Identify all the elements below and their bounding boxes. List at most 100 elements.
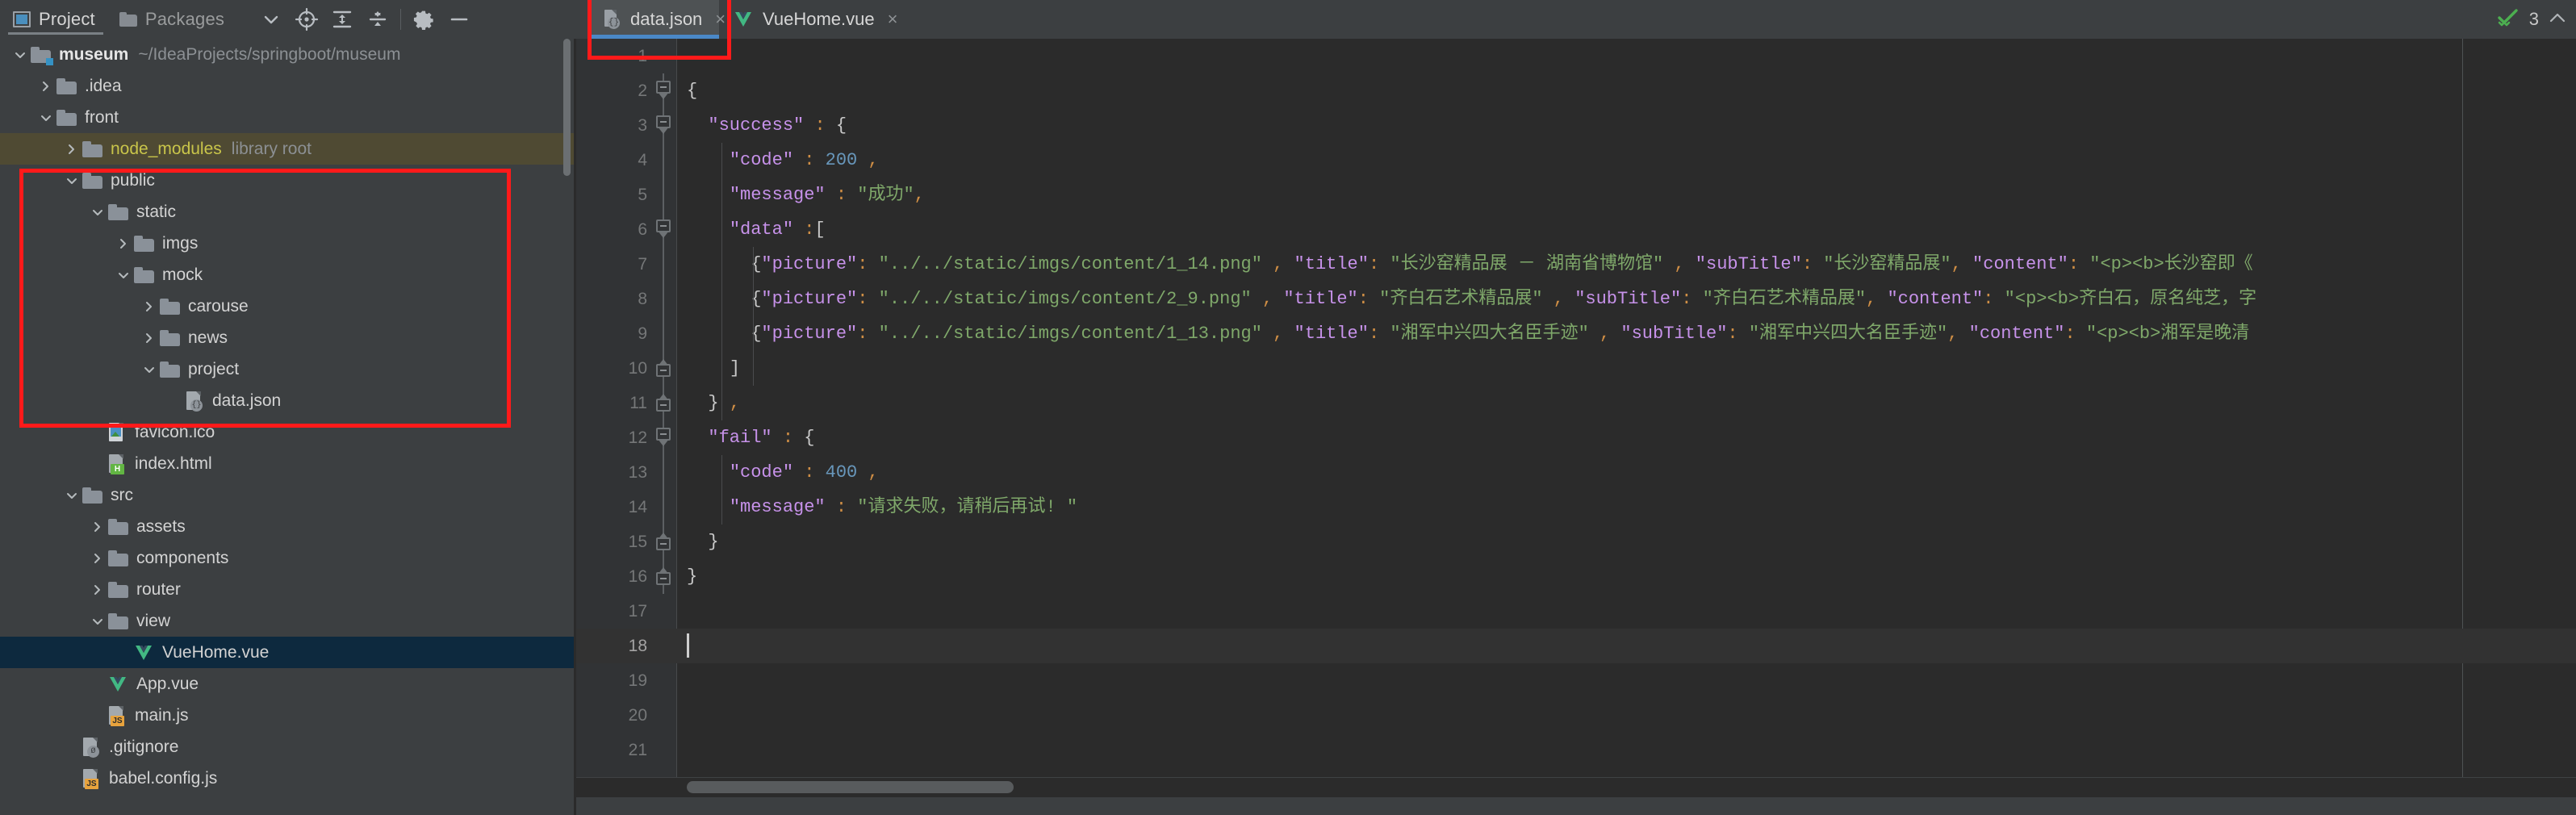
chevron-down-icon[interactable] (10, 39, 31, 70)
fold-gutter[interactable] (654, 663, 673, 698)
chevron-down-icon[interactable] (139, 353, 160, 385)
code-line[interactable]: 10 ] (576, 351, 2576, 386)
tree-item--gitignore[interactable]: Ø .gitignore (0, 731, 574, 763)
tree-item-public[interactable]: public (0, 165, 574, 196)
fold-gutter[interactable] (654, 386, 673, 420)
code-line[interactable]: 2{ (576, 73, 2576, 108)
tree-item-router[interactable]: router (0, 574, 574, 605)
tree-item-imgs[interactable]: imgs (0, 228, 574, 259)
editor-viewport[interactable]: 1 2{3 "success" : {4 "code" : 200 ,5 "mes… (576, 39, 2576, 777)
fold-collapse-icon[interactable] (656, 537, 671, 550)
fold-gutter[interactable] (654, 594, 673, 629)
code-line[interactable]: 4 "code" : 200 , (576, 143, 2576, 178)
tree-item-museum[interactable]: museum ~/IdeaProjects/springboot/museum (0, 39, 574, 70)
chevron-down-icon[interactable] (61, 479, 82, 511)
chevron-right-icon[interactable] (87, 542, 108, 574)
project-tree-panel[interactable]: museum ~/IdeaProjects/springboot/museum .i… (0, 39, 574, 815)
chevron-right-icon[interactable] (139, 322, 160, 353)
editor-horizontal-scrollbar[interactable] (576, 777, 2576, 797)
fold-collapse-icon[interactable] (656, 399, 671, 412)
fold-gutter[interactable] (654, 559, 673, 594)
chevron-down-icon[interactable] (36, 102, 56, 133)
tree-item-node-modules[interactable]: node_modules library root (0, 133, 574, 165)
code-line[interactable]: 12 "fail" : { (576, 420, 2576, 455)
code-line[interactable]: 19 (576, 663, 2576, 698)
fold-gutter[interactable] (654, 282, 673, 316)
chevron-down-icon[interactable] (253, 2, 289, 37)
chevron-right-icon[interactable] (87, 511, 108, 542)
code-content[interactable]: 1 2{3 "success" : {4 "code" : 200 ,5 "mes… (576, 39, 2576, 777)
code-line[interactable]: 20 (576, 698, 2576, 733)
fold-gutter[interactable] (654, 212, 673, 247)
code-line[interactable]: 21 (576, 733, 2576, 767)
fold-gutter[interactable] (654, 247, 673, 282)
fold-gutter[interactable] (654, 525, 673, 559)
chevron-right-icon[interactable] (139, 290, 160, 322)
tree-item-project[interactable]: project (0, 353, 574, 385)
fold-gutter[interactable] (654, 698, 673, 733)
tree-item-vuehome-vue[interactable]: VueHome.vue (0, 637, 574, 668)
tree-item-main-js[interactable]: JS main.js (0, 700, 574, 731)
tree-item-front[interactable]: front (0, 102, 574, 133)
code-editor[interactable]: 1 2{3 "success" : {4 "code" : 200 ,5 "mes… (576, 39, 2576, 815)
tree-item-app-vue[interactable]: App.vue (0, 668, 574, 700)
chevron-down-icon[interactable] (113, 259, 134, 290)
tool-window-tab-packages[interactable]: Packages (107, 0, 236, 39)
code-line[interactable]: 13 "code" : 400 , (576, 455, 2576, 490)
code-line[interactable]: 11 } , (576, 386, 2576, 420)
fold-gutter[interactable] (654, 733, 673, 767)
tree-item-src[interactable]: src (0, 479, 574, 511)
minimize-icon[interactable] (441, 2, 477, 37)
fold-gutter[interactable] (654, 351, 673, 386)
code-line[interactable]: 17 (576, 594, 2576, 629)
tree-vertical-scrollbar[interactable] (563, 39, 571, 176)
code-line[interactable]: 5 "message" : "成功", (576, 178, 2576, 212)
code-line[interactable]: 8 {"picture": "../../static/imgs/content… (576, 282, 2576, 316)
double-check-icon[interactable] (2497, 7, 2521, 32)
fold-gutter[interactable] (654, 108, 673, 143)
tree-item-assets[interactable]: assets (0, 511, 574, 542)
chevron-right-icon[interactable] (36, 70, 56, 102)
fold-gutter[interactable] (654, 455, 673, 490)
locate-target-icon[interactable] (289, 2, 324, 37)
fold-gutter[interactable] (654, 143, 673, 178)
collapse-all-icon[interactable] (360, 2, 395, 37)
fold-collapse-icon[interactable] (656, 364, 671, 377)
chevron-right-icon[interactable] (113, 228, 134, 259)
gear-icon[interactable] (406, 2, 441, 37)
tree-item-data-json[interactable]: {} data.json (0, 385, 574, 416)
fold-gutter[interactable] (654, 629, 673, 663)
tree-item-mock[interactable]: mock (0, 259, 574, 290)
tree-item-static[interactable]: static (0, 196, 574, 228)
code-line[interactable]: 14 "message" : "请求失败，请稍后再试! " (576, 490, 2576, 525)
code-line[interactable]: 18 (576, 629, 2576, 663)
close-icon[interactable]: × (888, 10, 898, 28)
tree-item-index-html[interactable]: Hindex.html (0, 448, 574, 479)
fold-gutter[interactable] (654, 490, 673, 525)
tree-item--idea[interactable]: .idea (0, 70, 574, 102)
code-line[interactable]: 15 } (576, 525, 2576, 559)
tree-item-babel-config-js[interactable]: JS babel.config.js (0, 763, 574, 794)
code-line[interactable]: 6 "data" :[ (576, 212, 2576, 247)
code-line[interactable]: 9 {"picture": "../../static/imgs/content… (576, 316, 2576, 351)
tree-item-news[interactable]: news (0, 322, 574, 353)
project-tree[interactable]: museum ~/IdeaProjects/springboot/museum .i… (0, 39, 574, 815)
fold-gutter[interactable] (654, 420, 673, 455)
fold-gutter[interactable] (654, 178, 673, 212)
scrollbar-thumb[interactable] (687, 781, 1014, 793)
tree-item-view[interactable]: view (0, 605, 574, 637)
editor-tab-data-json[interactable]: {} data.json × (590, 0, 726, 39)
fold-collapse-icon[interactable] (656, 572, 671, 585)
tree-item-carouse[interactable]: carouse (0, 290, 574, 322)
fold-gutter[interactable] (654, 39, 673, 73)
chevron-down-icon[interactable] (61, 165, 82, 196)
code-line[interactable]: 16} (576, 559, 2576, 594)
collapse-caret-icon[interactable] (2547, 9, 2568, 31)
chevron-right-icon[interactable] (61, 133, 82, 165)
fold-gutter[interactable] (654, 73, 673, 108)
editor-tab-vuehome-vue[interactable]: VueHome.vue × (719, 0, 910, 39)
chevron-right-icon[interactable] (87, 574, 108, 605)
code-line[interactable]: 1 (576, 39, 2576, 73)
chevron-down-icon[interactable] (87, 605, 108, 637)
code-line[interactable]: 7 {"picture": "../../static/imgs/content… (576, 247, 2576, 282)
